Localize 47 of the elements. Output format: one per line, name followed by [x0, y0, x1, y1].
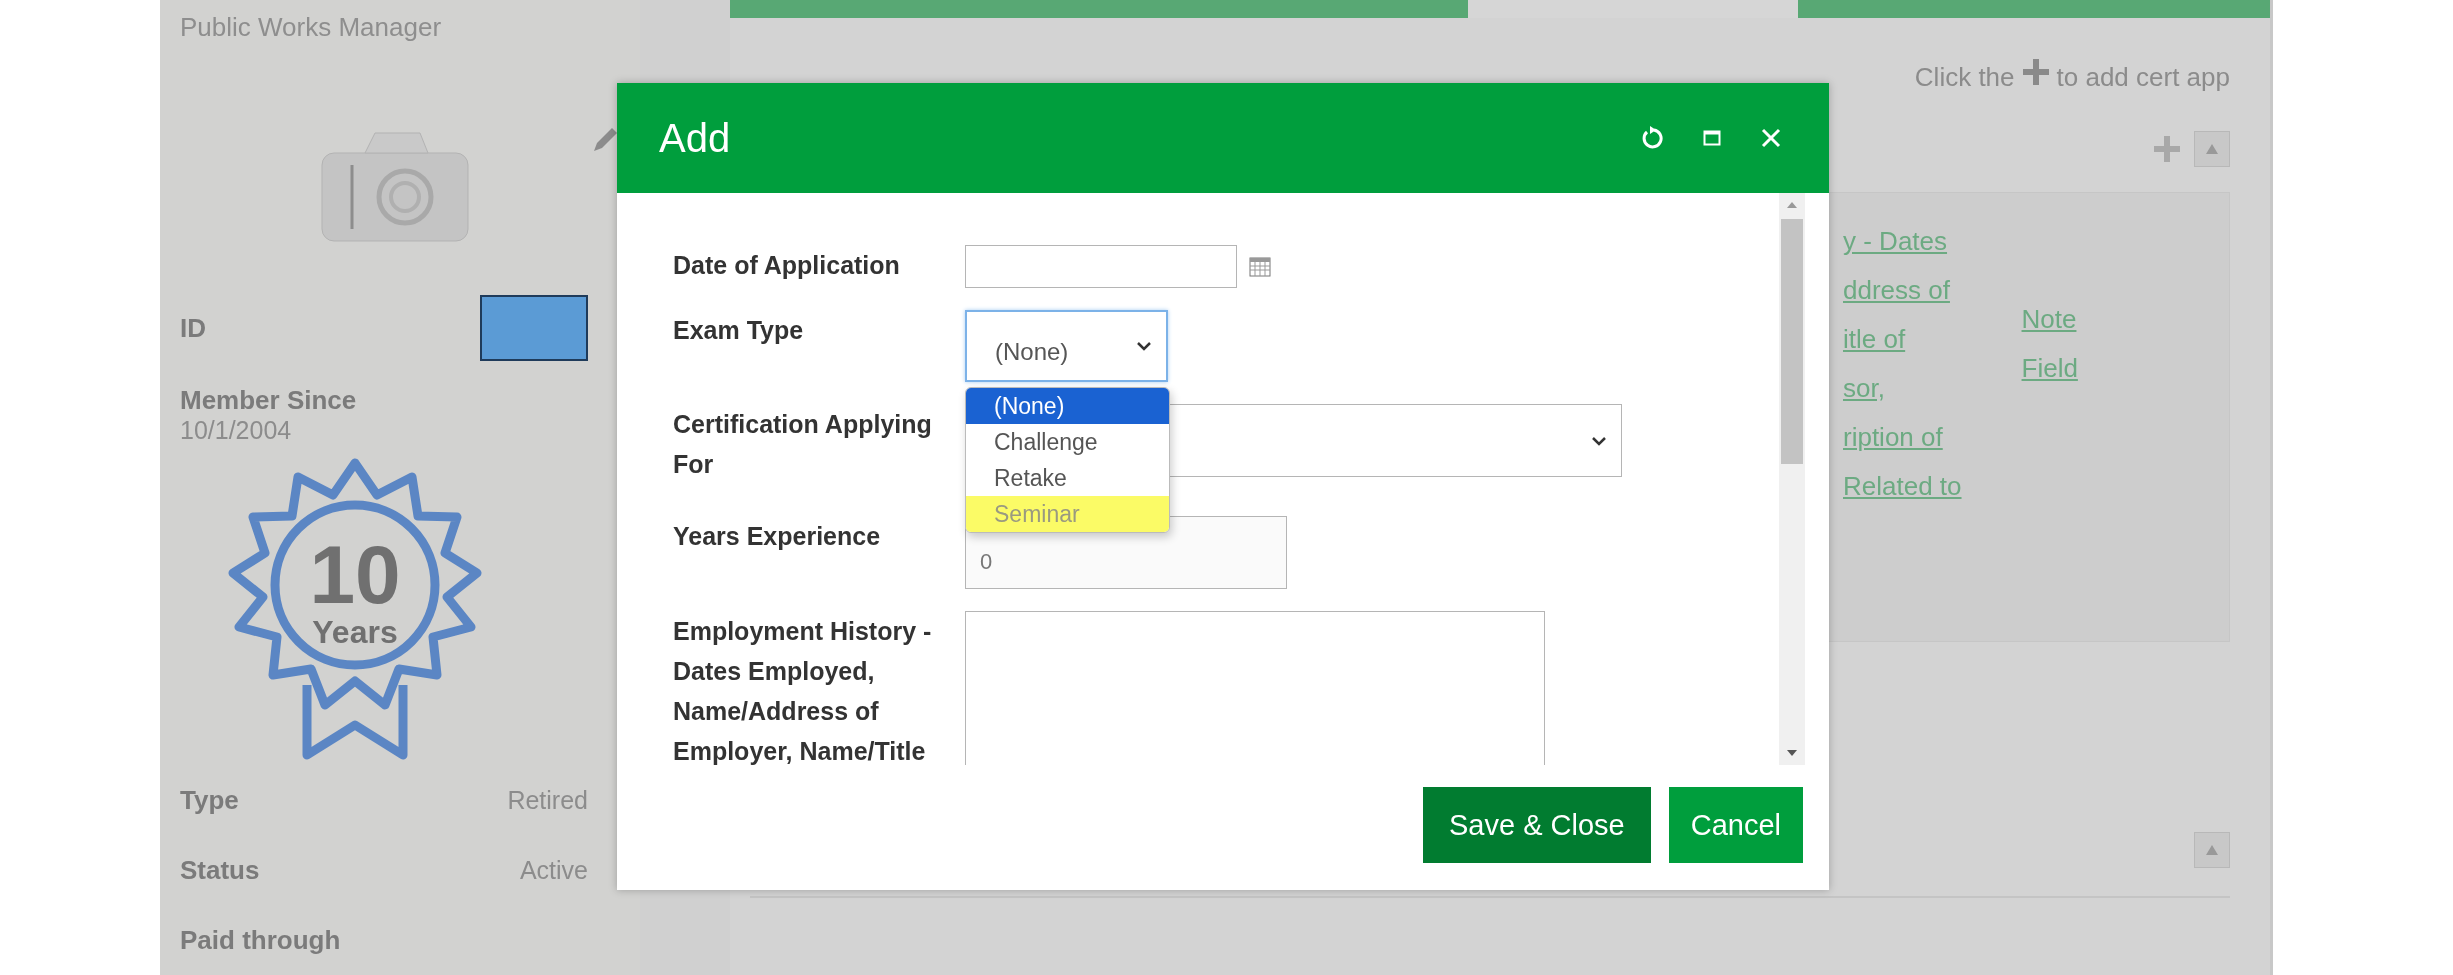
field-label: Exam Type — [673, 315, 805, 346]
table-link[interactable]: Related to — [1843, 462, 1962, 511]
maximize-icon[interactable] — [1703, 130, 1721, 146]
date-field[interactable] — [965, 245, 1237, 288]
dropdown-option[interactable]: Retake — [966, 460, 1169, 496]
hint-text: to add cert app — [2056, 62, 2230, 93]
detail-label: Status — [180, 854, 260, 886]
table-link[interactable]: ription of — [1843, 413, 1962, 462]
table-link[interactable]: itle of — [1843, 315, 1962, 364]
dropdown-field[interactable]: (None) — [965, 310, 1168, 382]
caret-up-icon — [2205, 843, 2219, 857]
collapse-button[interactable] — [2194, 131, 2230, 167]
plus-icon — [2022, 58, 2049, 85]
field-label: Certification Applying For — [673, 409, 933, 480]
dialog-button[interactable]: Save & Close — [1423, 787, 1651, 863]
field-label: Employment History - Dates Employed, Name/Address of Employer, Name/Title — [673, 616, 933, 765]
table-link[interactable]: ddress of — [1843, 266, 1962, 315]
collapse-button[interactable] — [2194, 832, 2230, 868]
chevron-down-icon — [1136, 341, 1152, 351]
chevron-down-icon — [1591, 435, 1607, 446]
dialog-button[interactable]: Cancel — [1668, 787, 1803, 863]
dropdown-option[interactable]: Seminar — [966, 496, 1169, 532]
refresh-icon[interactable] — [1641, 126, 1663, 150]
id-label: ID — [180, 312, 206, 344]
member-since-label: Member Since — [180, 385, 358, 416]
table-link[interactable]: Note Field — [2021, 295, 2092, 641]
hint-text: Click the — [1914, 62, 2015, 93]
dropdown-option[interactable]: (None) — [966, 388, 1169, 424]
scrollbar[interactable] — [1779, 193, 1805, 765]
dialog-title: Add — [659, 115, 731, 161]
scroll-up-icon[interactable] — [1786, 201, 1798, 209]
detail-label: Paid through — [180, 924, 341, 956]
member-since-value: 10/1/2004 — [180, 416, 293, 445]
table-link[interactable]: y - Dates — [1843, 217, 1962, 266]
detail-value: Active — [519, 855, 588, 885]
calendar-icon[interactable] — [1249, 256, 1271, 277]
close-icon[interactable] — [1761, 128, 1781, 148]
dropdown-option[interactable]: Challenge — [966, 424, 1169, 460]
field-label: Years Experience — [673, 521, 882, 552]
table-link[interactable]: sor, — [1843, 364, 1962, 413]
detail-label: Type — [180, 784, 239, 816]
field-label: Date of Application — [673, 250, 901, 281]
scroll-down-icon[interactable] — [1786, 749, 1798, 757]
add-icon[interactable] — [2154, 136, 2180, 162]
caret-up-icon — [2205, 142, 2219, 156]
detail-value: Retired — [507, 785, 588, 815]
job-title: Public Works Manager — [180, 12, 443, 43]
